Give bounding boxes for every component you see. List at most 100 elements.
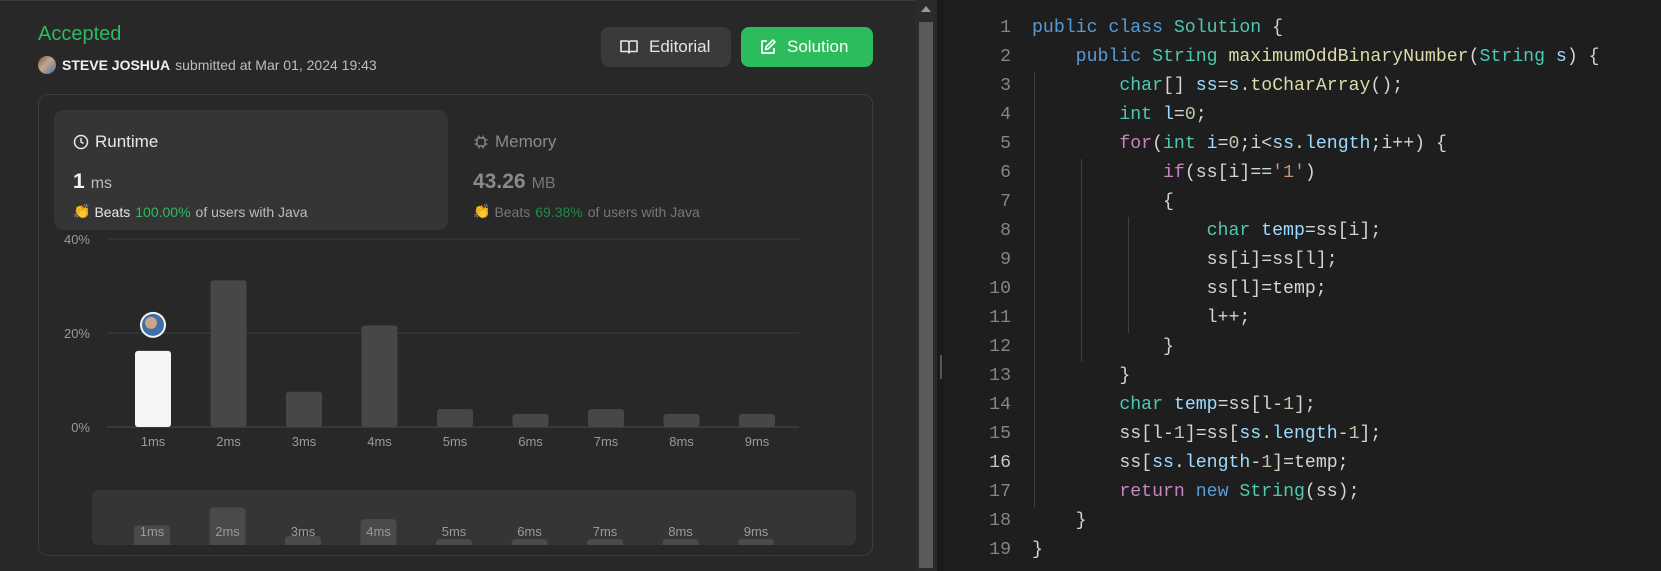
runtime-card[interactable]: Runtime 1 ms 👏 Beats 100.00% of users wi… bbox=[54, 110, 448, 230]
code-token: ;i++) { bbox=[1370, 134, 1447, 154]
bar-4ms[interactable] bbox=[361, 325, 398, 427]
bar-3ms[interactable] bbox=[286, 391, 322, 427]
panel-resize-handle[interactable] bbox=[937, 0, 945, 571]
code-line[interactable]: 3 char[] ss=s.toCharArray(); bbox=[945, 72, 1661, 101]
drag-grip-icon bbox=[940, 355, 942, 379]
code-line[interactable]: 15 ss[l-1]=ss[ss.length-1]; bbox=[945, 420, 1661, 449]
code-token: (); bbox=[1370, 76, 1404, 96]
code-line[interactable]: 13 } bbox=[945, 362, 1661, 391]
code-line[interactable]: 6 if(ss[i]=='1') bbox=[945, 159, 1661, 188]
code-token: for bbox=[1119, 134, 1153, 154]
code-line[interactable]: 11 l++; bbox=[945, 304, 1661, 333]
indent-guide bbox=[1080, 275, 1082, 304]
code-token: 0 bbox=[1184, 105, 1196, 125]
code-token: toCharArray bbox=[1250, 76, 1371, 96]
code-line[interactable]: 16 ss[ss.length-1]=temp; bbox=[945, 449, 1661, 478]
code-line[interactable]: 7 { bbox=[945, 188, 1661, 217]
code-token: 0 bbox=[1228, 134, 1240, 154]
chart-range-navigator[interactable]: 1ms 2ms 3ms 4ms 5ms 6ms 7ms 8ms 9ms bbox=[92, 490, 856, 545]
code-token: String bbox=[1239, 482, 1305, 502]
y-tick-label: 0% bbox=[71, 420, 90, 435]
code-line[interactable]: 9 ss[i]=ss[l]; bbox=[945, 246, 1661, 275]
solution-button[interactable]: Solution bbox=[741, 27, 873, 67]
code-line[interactable]: 4 int l=0; bbox=[945, 101, 1661, 130]
memory-card[interactable]: Memory 43.26 MB 👏 Beats 69.38% of users … bbox=[454, 110, 848, 230]
mini-bar bbox=[738, 539, 774, 545]
indent-guide bbox=[1034, 391, 1035, 420]
code-text: ss[ss.length-1]=temp; bbox=[1032, 449, 1348, 478]
mini-bar bbox=[436, 539, 472, 545]
runtime-label: Runtime bbox=[95, 132, 159, 151]
code-editor[interactable]: 1 public class Solution {2 public String … bbox=[945, 0, 1661, 571]
code-token: ) bbox=[1304, 163, 1316, 183]
range-navigator-bars: 1ms 2ms 3ms 4ms 5ms 6ms 7ms 8ms 9ms bbox=[134, 507, 774, 545]
memory-beats-suffix: of users with Java bbox=[587, 203, 700, 220]
code-token: ]; bbox=[1294, 395, 1316, 415]
indent-guide bbox=[1034, 478, 1035, 507]
line-number: 4 bbox=[1000, 105, 1011, 125]
runtime-number: 1 bbox=[73, 170, 85, 193]
indent-guide bbox=[1127, 275, 1129, 304]
stats-panel: Runtime 1 ms 👏 Beats 100.00% of users wi… bbox=[38, 94, 873, 556]
mini-tick-label: 2ms bbox=[215, 524, 240, 539]
code-line[interactable]: 1 public class Solution { bbox=[945, 14, 1661, 43]
indent-guide bbox=[1034, 159, 1035, 188]
bar-7ms[interactable] bbox=[588, 409, 624, 427]
submission-meta: STEVE JOSHUA submitted at Mar 01, 2024 1… bbox=[38, 56, 377, 74]
vertical-scrollbar[interactable] bbox=[915, 0, 937, 571]
mini-tick-label: 3ms bbox=[291, 524, 316, 539]
code-line[interactable]: 18 } bbox=[945, 507, 1661, 536]
code-line[interactable]: 17 return new String(ss); bbox=[945, 478, 1661, 507]
runtime-beats-pct: 100.00% bbox=[135, 203, 191, 220]
indent-guide bbox=[1080, 304, 1082, 333]
line-number: 11 bbox=[989, 308, 1011, 328]
line-number: 3 bbox=[1000, 76, 1011, 96]
code-text: int l=0; bbox=[1032, 101, 1206, 130]
code-token: s bbox=[1555, 47, 1567, 67]
code-token: ]; bbox=[1359, 424, 1382, 444]
code-line[interactable]: 8 char temp=ss[i]; bbox=[945, 217, 1661, 246]
code-token: length bbox=[1184, 453, 1251, 473]
code-token: return bbox=[1119, 482, 1196, 502]
avatar[interactable] bbox=[38, 56, 56, 74]
line-number: 16 bbox=[989, 453, 1011, 473]
code-token: '1' bbox=[1272, 163, 1305, 183]
line-number: 10 bbox=[989, 279, 1011, 299]
bar-5ms[interactable] bbox=[437, 409, 473, 427]
indent-guide bbox=[1127, 217, 1129, 246]
bar-6ms[interactable] bbox=[512, 413, 549, 427]
code-line[interactable]: 14 char temp=ss[l-1]; bbox=[945, 391, 1661, 420]
code-token: ) { bbox=[1566, 47, 1600, 67]
code-text: public String maximumOddBinaryNumber(Str… bbox=[1032, 43, 1600, 72]
scroll-up-arrow-icon[interactable] bbox=[921, 6, 931, 12]
code-text: char temp=ss[l-1]; bbox=[1032, 391, 1316, 420]
scrollbar-thumb[interactable] bbox=[919, 22, 933, 568]
indent-guide bbox=[1034, 246, 1035, 275]
submission-panel: Accepted STEVE JOSHUA submitted at Mar 0… bbox=[0, 0, 915, 571]
code-line[interactable]: 5 for(int i=0;i<ss.length;i++) { bbox=[945, 130, 1661, 159]
code-line[interactable]: 19} bbox=[945, 536, 1661, 565]
code-line[interactable]: 10 ss[l]=temp; bbox=[945, 275, 1661, 304]
x-tick-label: 7ms bbox=[594, 434, 619, 449]
code-text: char temp=ss[i]; bbox=[1032, 217, 1382, 246]
indent-guide bbox=[1034, 362, 1035, 391]
indent-guide bbox=[1034, 420, 1035, 449]
bar-8ms[interactable] bbox=[663, 413, 700, 427]
bar-9ms[interactable] bbox=[739, 413, 775, 427]
line-number: 7 bbox=[1000, 192, 1011, 212]
y-tick-label: 20% bbox=[64, 326, 90, 341]
bar-2ms[interactable] bbox=[210, 280, 247, 427]
code-token: l bbox=[1163, 105, 1174, 125]
author-name[interactable]: STEVE JOSHUA bbox=[62, 57, 170, 73]
memory-beats-prefix: Beats bbox=[494, 203, 531, 220]
code-text: { bbox=[1032, 188, 1174, 217]
bar-1ms[interactable] bbox=[135, 350, 171, 427]
x-tick-label: 8ms bbox=[669, 434, 694, 449]
code-token: ( bbox=[1152, 134, 1163, 154]
code-token: = bbox=[1217, 134, 1229, 154]
code-line[interactable]: 2 public String maximumOddBinaryNumber(S… bbox=[945, 43, 1661, 72]
chip-icon bbox=[474, 135, 488, 149]
code-line[interactable]: 12 } bbox=[945, 333, 1661, 362]
editorial-button[interactable]: Editorial bbox=[601, 27, 731, 67]
